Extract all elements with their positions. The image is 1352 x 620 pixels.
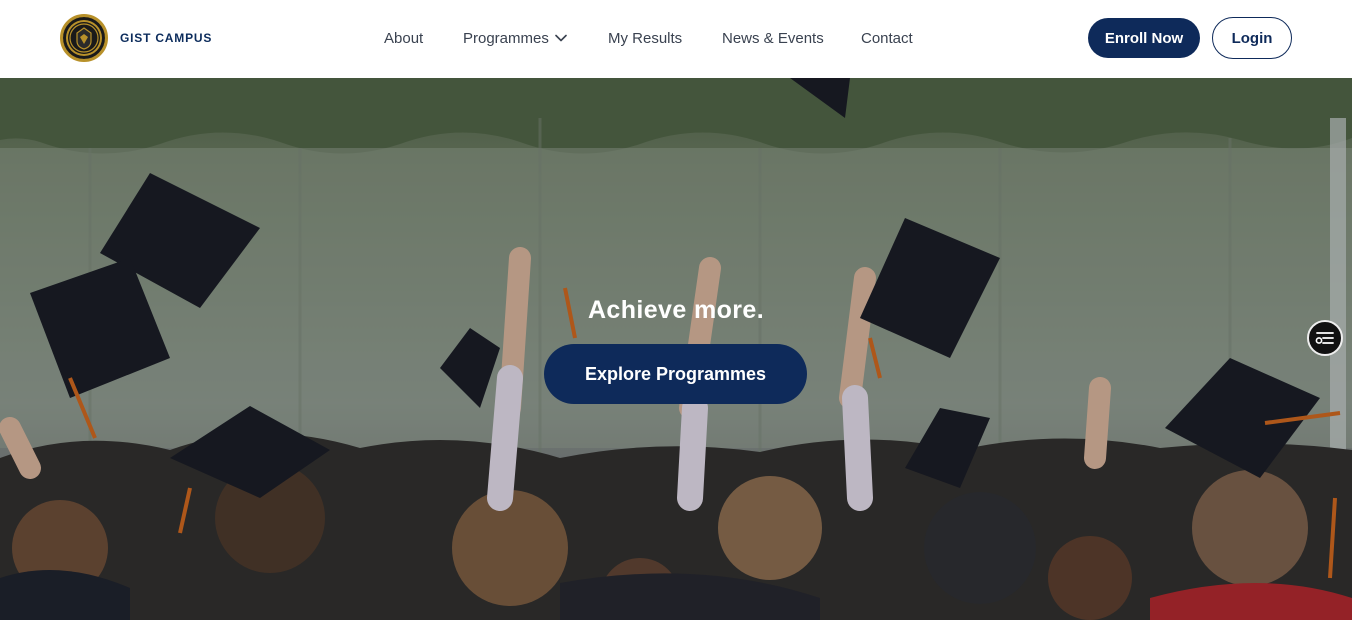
nav-my-results[interactable]: My Results (608, 30, 682, 47)
nav-contact[interactable]: Contact (861, 30, 913, 47)
hero-tagline: Achieve more. (587, 296, 765, 324)
login-button[interactable]: Login (1212, 17, 1292, 59)
nav-programmes-label: Programmes (463, 30, 549, 47)
site-header: GIST CAMPUS About Programmes My Results … (0, 0, 1352, 78)
explore-programmes-button[interactable]: Explore Programmes (544, 344, 807, 404)
nav-news-events[interactable]: News & Events (722, 30, 824, 47)
hero-section: Achieve more. Explore Programmes (0, 78, 1352, 620)
nav-programmes[interactable]: Programmes (463, 30, 567, 47)
chevron-down-icon (555, 34, 567, 42)
floating-filter-widget[interactable] (1307, 320, 1343, 356)
filter-sliders-icon (1315, 332, 1334, 344)
nav-about[interactable]: About (384, 30, 423, 47)
enroll-now-button[interactable]: Enroll Now (1088, 18, 1200, 58)
